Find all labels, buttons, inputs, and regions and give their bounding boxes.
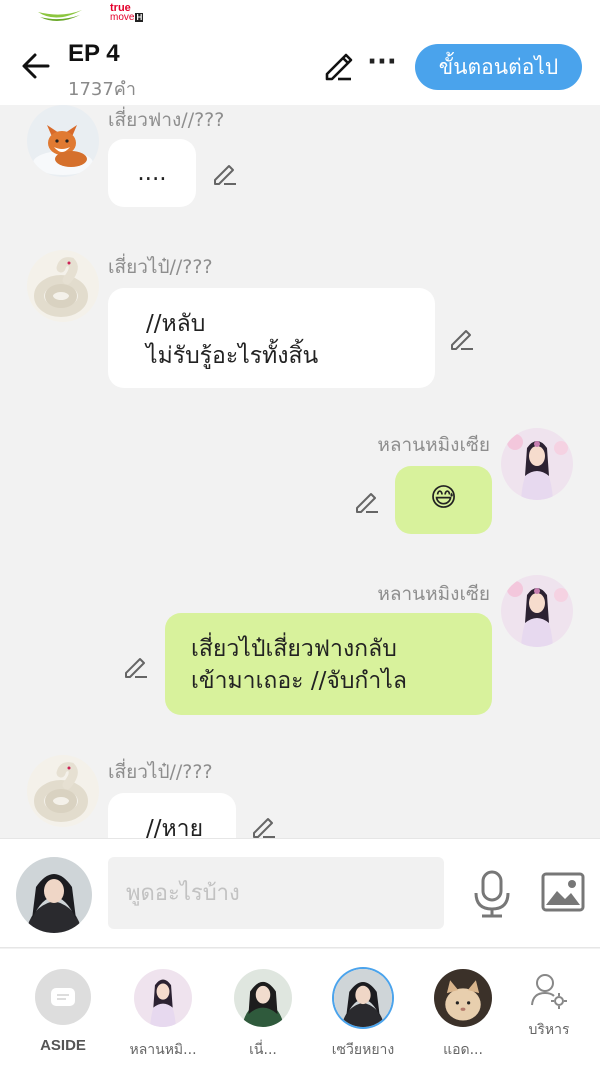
character-avatar	[334, 969, 392, 1027]
character-avatar	[134, 969, 192, 1027]
microphone-icon[interactable]	[470, 869, 514, 919]
character-aside[interactable]: ASIDE	[13, 969, 113, 1054]
image-icon[interactable]	[540, 871, 586, 913]
sender-name: เสี่ยวไป๋//???	[108, 761, 213, 783]
header: EP 4 1737คำ ··· ขั้นตอนต่อไป	[0, 30, 600, 105]
character-item[interactable]: เนี่...	[213, 969, 313, 1061]
message-bubble[interactable]: //หลับ ไม่รับรู้อะไรทั้งสิ้น	[108, 288, 435, 388]
character-item[interactable]: แอด...	[413, 969, 513, 1061]
message-item: หลานหมิงเซีย 😅	[0, 428, 600, 540]
sender-name: หลานหมิงเซีย	[377, 583, 490, 605]
message-bubble[interactable]: //หาย	[108, 793, 236, 838]
character-avatar	[234, 969, 292, 1027]
word-count: 1737คำ	[68, 79, 136, 100]
more-menu-button[interactable]: ···	[366, 49, 398, 80]
compose-bar	[0, 838, 600, 948]
sender-name: หลานหมิงเซีย	[377, 434, 490, 456]
message-bubble[interactable]: 😅	[395, 466, 492, 534]
avatar-lady[interactable]	[501, 428, 573, 500]
edit-message-icon[interactable]	[353, 488, 381, 516]
next-step-button[interactable]: ขั้นตอนต่อไป	[415, 44, 582, 90]
chat-area[interactable]: เสี่ยวฟาง//??? .... เสี่ยวไป๋//??? //หลั…	[0, 105, 600, 838]
message-item: หลานหมิงเซีย เสี่ยวไป๋เสี่ยวฟางกลับ เข้า…	[0, 575, 600, 720]
back-arrow-icon[interactable]	[18, 48, 54, 84]
message-item: เสี่ยวไป๋//??? //หลับ ไม่รับรู้อะไรทั้งส…	[0, 250, 600, 390]
status-bar: true move H	[0, 0, 600, 30]
edit-message-icon[interactable]	[122, 653, 150, 681]
avatar-lady[interactable]	[501, 575, 573, 647]
avatar-fox[interactable]	[27, 105, 99, 177]
current-character-avatar[interactable]	[16, 857, 92, 933]
character-item[interactable]: หลานหมิ...	[113, 969, 213, 1061]
message-bubble[interactable]: ....	[108, 139, 196, 207]
episode-title: EP 4	[68, 40, 120, 67]
avatar-white-snake[interactable]	[27, 250, 99, 322]
manage-user-gear-icon	[531, 974, 567, 1009]
avatar-white-snake[interactable]	[27, 755, 99, 827]
character-item-selected[interactable]: เซวียหยาง	[313, 969, 413, 1061]
character-label: ASIDE	[40, 1037, 86, 1054]
edit-message-icon[interactable]	[448, 325, 476, 353]
character-avatar	[434, 969, 492, 1027]
aside-icon	[35, 969, 91, 1025]
message-item: เสี่ยวฟาง//??? ....	[0, 105, 600, 215]
character-label: แอด...	[443, 1042, 483, 1058]
character-label: หลานหมิ...	[129, 1042, 197, 1058]
sender-name: เสี่ยวฟาง//???	[108, 109, 225, 131]
character-label: เซวียหยาง	[331, 1042, 395, 1058]
edit-pencil-icon[interactable]	[322, 50, 354, 82]
edit-message-icon[interactable]	[211, 160, 239, 188]
message-bubble[interactable]: เสี่ยวไป๋เสี่ยวฟางกลับ เข้ามาเถอะ //จับก…	[165, 613, 492, 715]
character-label: เนี่...	[249, 1042, 277, 1058]
character-bar: ASIDE หลานหมิ... เนี่... เซวียหยาง แอด..…	[0, 949, 600, 1067]
manage-characters-button[interactable]: บริหาร	[499, 971, 599, 1041]
message-input[interactable]	[108, 857, 444, 929]
sender-name: เสี่ยวไป๋//???	[108, 256, 213, 278]
message-item: เสี่ยวไป๋//??? //หาย	[0, 755, 600, 838]
truemove-logo: true move H	[110, 2, 144, 23]
character-label: บริหาร	[528, 1022, 570, 1038]
ais-logo-icon	[38, 10, 82, 22]
edit-message-icon[interactable]	[250, 813, 278, 838]
